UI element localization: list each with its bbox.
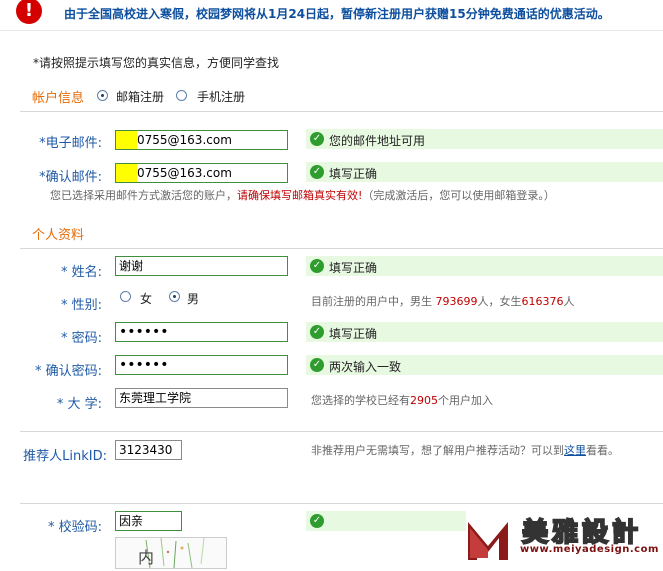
email-value: 0755@163.com	[137, 133, 232, 147]
check-icon: ✓	[310, 165, 324, 179]
captcha-label: * 校验码:	[47, 520, 102, 535]
captcha-image-char: 内	[138, 548, 155, 567]
email-status-text: 您的邮件地址可用	[329, 134, 426, 148]
gender-stats-middle: 人，女生	[477, 295, 522, 308]
divider-captcha	[20, 503, 663, 504]
divider-account	[20, 111, 663, 112]
email-field[interactable]: 0755@163.com	[115, 130, 288, 150]
radio-gender-male[interactable]	[169, 291, 180, 302]
logo-m-icon	[468, 522, 508, 560]
password-field[interactable]: ••••••	[115, 322, 288, 342]
radio-gender-female[interactable]	[120, 291, 131, 302]
check-icon: ✓	[310, 358, 324, 372]
referrer-note: 非推荐用户无需填写，想了解用户推荐活动？可以到这里看看。	[311, 442, 619, 458]
activation-note-after: （完成激活后，您可以使用邮箱登录。）	[362, 189, 555, 202]
notice-text: 由于全国高校进入寒假，校园梦网将从1月24日起，暂停新注册用户获赠15分钟免费通…	[64, 7, 610, 21]
university-note-prefix: 您选择的学校已经有	[311, 394, 410, 407]
radio-label-email[interactable]: 邮箱注册	[116, 88, 164, 105]
female-count: 616376	[521, 295, 564, 308]
gender-label: * 性别:	[60, 298, 102, 313]
radio-label-phone[interactable]: 手机注册	[197, 88, 245, 105]
instruction-text: *请按照提示填写您的真实信息，方便同学查找	[33, 56, 280, 70]
activation-note-highlight: 请确保填写邮箱真实有效!	[237, 189, 363, 202]
confirm-password-field[interactable]: ••••••	[115, 355, 288, 375]
gender-stats-suffix: 人	[563, 295, 575, 308]
confirm-password-status-text: 两次输入一致	[329, 360, 402, 374]
male-count: 793699	[435, 295, 478, 308]
check-icon: ✓	[310, 514, 324, 528]
university-note-suffix: 个用户加入	[438, 394, 493, 407]
radio-email-register[interactable]	[97, 90, 108, 101]
confirm-email-field[interactable]: 0755@163.com	[115, 163, 288, 183]
check-icon: ✓	[310, 325, 324, 339]
confirm-password-label: * 确认密码:	[34, 364, 102, 379]
password-label: * 密码:	[60, 331, 102, 346]
university-user-count: 2905	[410, 394, 438, 407]
activation-note: 您已选择采用邮件方式激活您的账户，请确保填写邮箱真实有效!（完成激活后，您可以使…	[50, 187, 555, 203]
university-field[interactable]: 东莞理工学院	[115, 388, 288, 408]
referrer-link[interactable]: 这里	[564, 444, 586, 457]
confirm-email-value: 0755@163.com	[137, 166, 232, 180]
name-field[interactable]: 谢谢	[115, 256, 288, 276]
university-label: * 大 学:	[56, 397, 102, 412]
watermark-url: www.meiyadesign.com	[520, 544, 659, 555]
confirm-email-highlight	[116, 164, 137, 182]
email-highlight	[116, 131, 137, 149]
password-status-text: 填写正确	[329, 327, 378, 341]
radio-label-male[interactable]: 男	[187, 290, 199, 307]
gender-stats-prefix: 目前注册的用户中，男生	[311, 295, 432, 308]
captcha-image[interactable]: 内	[115, 537, 227, 569]
captcha-field[interactable]: 因亲	[115, 511, 182, 531]
university-note: 您选择的学校已经有2905个用户加入	[311, 392, 493, 408]
check-icon: ✓	[310, 132, 324, 146]
referrer-field[interactable]: 3123430	[115, 440, 182, 460]
captcha-noise	[145, 537, 205, 569]
captcha-status-bar	[306, 511, 466, 531]
gender-stats: 目前注册的用户中，男生 793699人，女生616376人	[311, 293, 575, 309]
radio-label-female[interactable]: 女	[140, 290, 152, 307]
activation-note-before: 您已选择采用邮件方式激活您的账户，	[50, 189, 237, 202]
name-label: * 姓名:	[60, 265, 102, 280]
confirm-email-label: *确认邮件:	[39, 170, 102, 185]
section-title-account: 帐户信息	[32, 91, 85, 106]
watermark-logo: 美雅設計 www.meiyadesign.com	[466, 514, 660, 566]
section-title-personal: 个人资料	[32, 228, 85, 243]
email-label: *电子邮件:	[39, 136, 102, 151]
referrer-note-prefix: 非推荐用户无需填写，想了解用户推荐活动？可以到	[311, 444, 564, 457]
name-status-text: 填写正确	[329, 261, 378, 275]
referrer-label: 推荐人LinkID:	[23, 449, 107, 464]
radio-phone-register[interactable]	[176, 90, 187, 101]
divider-referrer	[20, 431, 663, 432]
divider-personal	[20, 248, 663, 249]
check-icon: ✓	[310, 259, 324, 273]
referrer-note-suffix: 看看。	[586, 444, 619, 457]
confirm-email-status-text: 填写正确	[329, 167, 378, 181]
